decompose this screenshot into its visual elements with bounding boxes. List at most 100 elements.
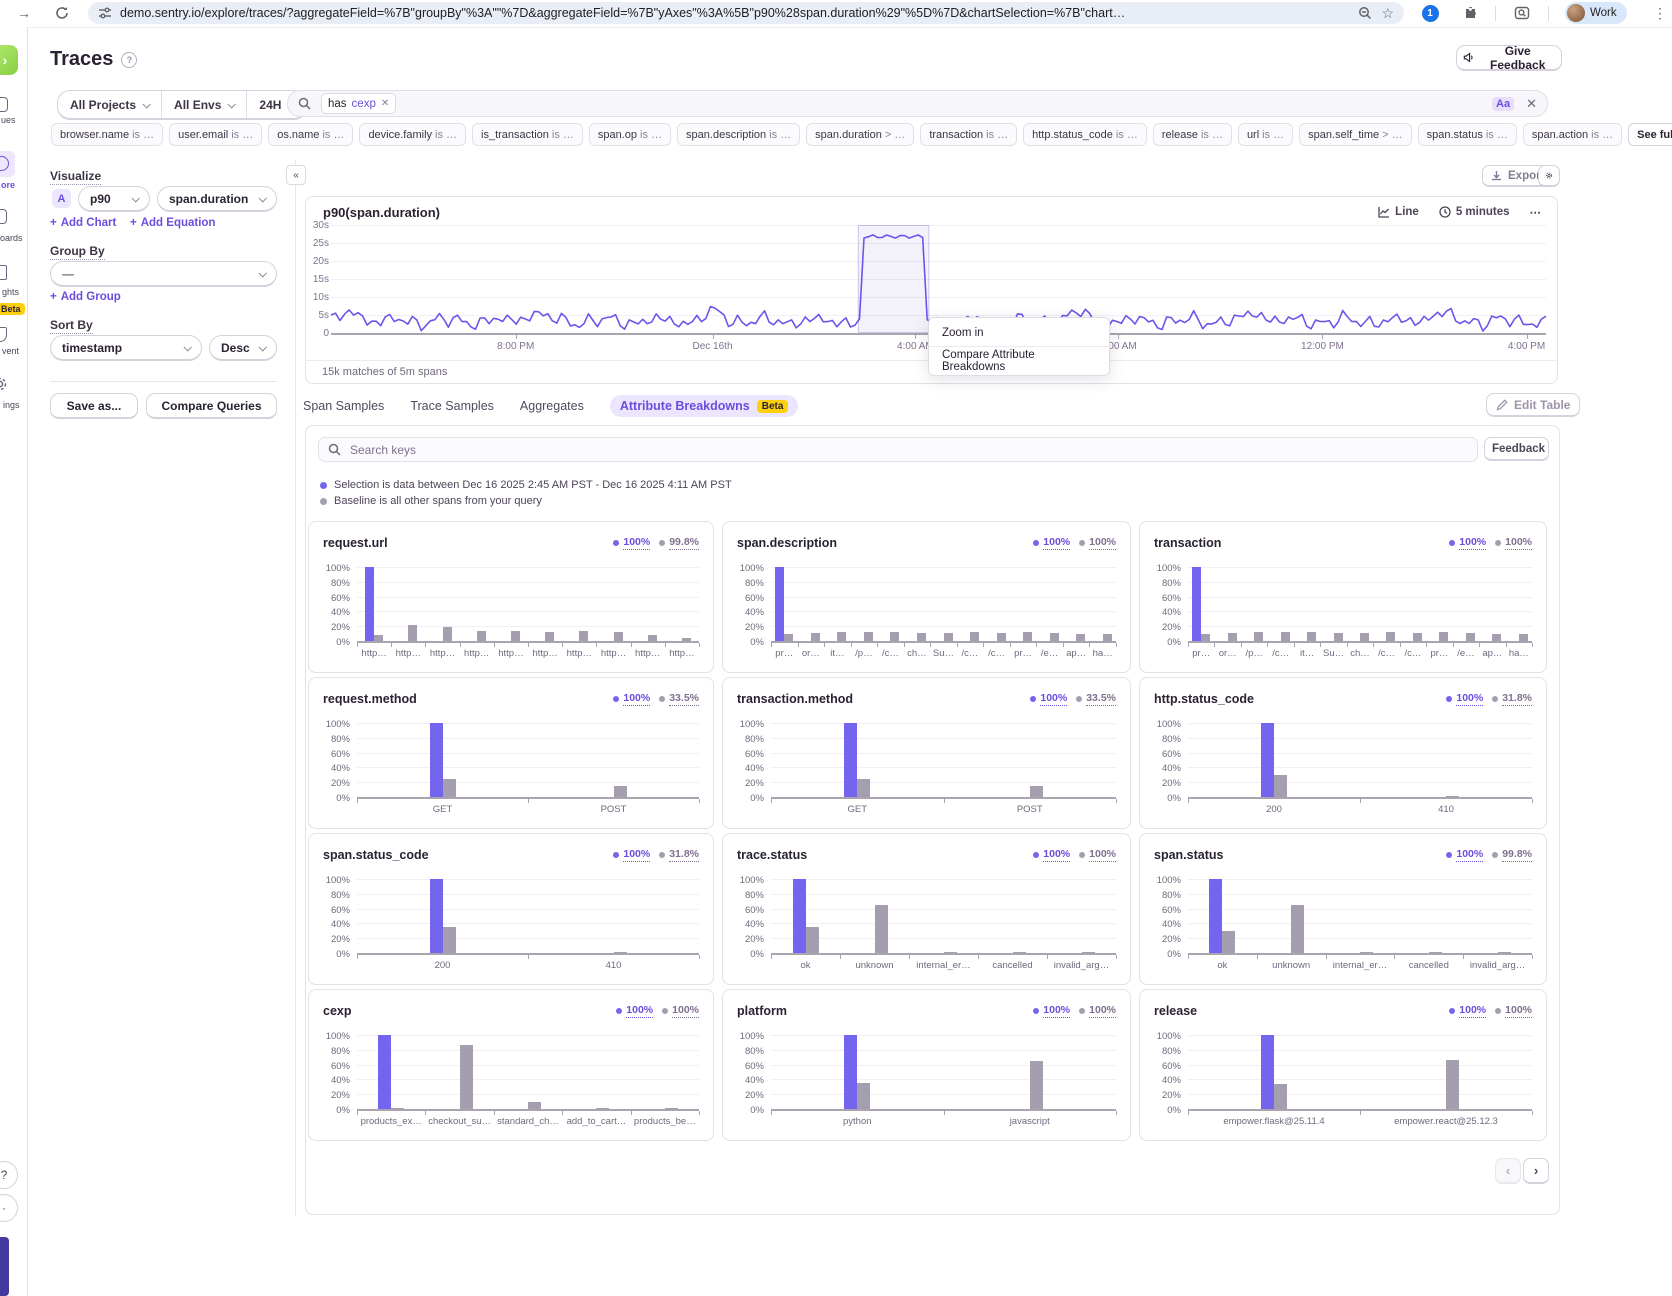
filter-chip-span.description[interactable]: span.descriptionis … (677, 123, 800, 146)
baseline-bar-invalid_arg…[interactable] (1498, 952, 1511, 954)
issues-icon[interactable] (0, 97, 8, 112)
baseline-bar-http…[interactable] (648, 635, 657, 641)
baseline-bar-http…[interactable] (443, 627, 452, 641)
baseline-bar-cancelled[interactable] (1429, 952, 1442, 954)
tab-attribute-breakdowns[interactable]: Attribute BreakdownsBeta (610, 395, 799, 417)
site-settings-icon[interactable] (98, 6, 112, 20)
compare-queries-button[interactable]: Compare Queries (146, 393, 277, 419)
selection-bar-ok[interactable] (793, 879, 806, 953)
feedback-button[interactable]: Feedback (1484, 437, 1549, 461)
sidebar-item-dashboards[interactable]: oards (0, 233, 23, 243)
baseline-percentage-link[interactable]: 99.8% (659, 536, 699, 550)
prevent-icon[interactable] (0, 327, 7, 342)
browser-profile-button[interactable]: Work (1565, 2, 1627, 24)
baseline-bar-GET[interactable] (443, 779, 456, 798)
zoom-out-icon[interactable] (1358, 6, 1372, 20)
baseline-percentage-link[interactable]: 100% (1495, 1004, 1532, 1018)
next-page-button[interactable]: › (1523, 1158, 1549, 1184)
baseline-bar-ap…[interactable] (1076, 634, 1085, 641)
chart-more-menu[interactable]: ⋯ (1530, 205, 1542, 219)
baseline-bar-/c…[interactable] (1386, 632, 1395, 641)
quick-start-icon[interactable]: › (0, 45, 18, 75)
add-equation-link[interactable]: +Add Equation (130, 217, 215, 229)
selection-percentage-link[interactable]: 100% (1033, 848, 1070, 862)
filter-chip-transaction[interactable]: transactionis … (920, 123, 1017, 146)
baseline-bar-checkout_su…[interactable] (460, 1045, 473, 1109)
breakdown-plot[interactable] (357, 1035, 699, 1111)
baseline-bar-http…[interactable] (614, 632, 623, 641)
baseline-bar-it…[interactable] (837, 632, 846, 641)
save-as-button[interactable]: Save as... (50, 393, 138, 419)
baseline-bar-python[interactable] (857, 1083, 870, 1109)
selection-percentage-link[interactable]: 100% (613, 536, 650, 550)
environment-filter[interactable]: All Envs (162, 91, 247, 118)
aggregate-select[interactable]: p90 (78, 186, 150, 212)
filter-chip-release[interactable]: releaseis … (1153, 123, 1232, 146)
baseline-bar-http…[interactable] (545, 632, 554, 641)
tab-trace-samples[interactable]: Trace Samples (410, 399, 494, 413)
add-chart-link[interactable]: +Add Chart (50, 217, 116, 229)
filter-chip-browser.name[interactable]: browser.nameis … (51, 123, 163, 146)
filter-chip-url[interactable]: urlis … (1238, 123, 1293, 146)
baseline-bar-http…[interactable] (408, 625, 417, 641)
baseline-bar-/c…[interactable] (1413, 633, 1422, 641)
interval-control[interactable]: 5 minutes (1439, 206, 1510, 218)
baseline-bar-http…[interactable] (579, 631, 588, 641)
baseline-bar-pr…[interactable] (784, 634, 793, 641)
selection-percentage-link[interactable]: 100% (1030, 692, 1067, 706)
clear-search-icon[interactable]: ✕ (1526, 96, 1537, 112)
selection-bar-products_ex…[interactable] (378, 1035, 391, 1109)
selection-bar-pr…[interactable] (775, 567, 784, 641)
selection-percentage-link[interactable]: 100% (1033, 536, 1070, 550)
baseline-bar-/e…[interactable] (1050, 633, 1059, 641)
selection-percentage-link[interactable]: 100% (1446, 692, 1483, 706)
breakdown-plot[interactable] (357, 723, 699, 799)
filter-chip-span.self_time[interactable]: span.self_time> … (1299, 123, 1411, 146)
bookmark-star-icon[interactable]: ☆ (1381, 5, 1394, 22)
chart-type-control[interactable]: Line (1378, 206, 1419, 218)
case-sensitivity-toggle[interactable]: Aa (1492, 97, 1514, 111)
menu-item-zoom-in[interactable]: Zoom in (929, 320, 1109, 345)
baseline-bar-it…[interactable] (1307, 632, 1316, 641)
filter-chip-span.op[interactable]: span.opis … (589, 123, 671, 146)
help-icon[interactable]: ? (121, 52, 137, 68)
baseline-bar-or…[interactable] (811, 633, 820, 641)
url-bar[interactable]: demo.sentry.io/explore/traces/?aggregate… (88, 2, 1404, 24)
search-keys-input[interactable] (348, 442, 1468, 458)
baseline-bar-pr…[interactable] (1201, 634, 1210, 641)
selection-percentage-link[interactable]: 100% (1446, 848, 1483, 862)
baseline-bar-unknown[interactable] (875, 905, 888, 953)
selection-percentage-link[interactable]: 100% (1033, 1004, 1070, 1018)
baseline-bar-javascript[interactable] (1030, 1061, 1043, 1109)
baseline-bar-200[interactable] (443, 927, 456, 953)
baseline-bar-200[interactable] (1274, 775, 1287, 797)
baseline-bar-410[interactable] (1446, 796, 1459, 798)
lens-search-icon[interactable] (1512, 3, 1532, 23)
baseline-bar-/p…[interactable] (1254, 632, 1263, 641)
baseline-bar-ok[interactable] (806, 927, 819, 953)
sidebar-item-prevent[interactable]: vent (2, 346, 19, 356)
baseline-bar-pr…[interactable] (1023, 632, 1032, 641)
give-feedback-button[interactable]: Give Feedback (1456, 45, 1562, 71)
breakdown-plot[interactable] (1188, 567, 1532, 643)
extensions-icon[interactable] (1460, 3, 1480, 23)
baseline-bar-standard_ch…[interactable] (528, 1102, 541, 1109)
breakdown-plot[interactable] (1188, 723, 1532, 799)
edit-table-button[interactable]: Edit Table (1486, 393, 1580, 417)
baseline-bar-ch…[interactable] (1360, 633, 1369, 641)
baseline-bar-or…[interactable] (1228, 633, 1237, 641)
baseline-bar-/c…[interactable] (997, 633, 1006, 641)
filter-chip-os.name[interactable]: os.nameis … (268, 123, 353, 146)
baseline-percentage-link[interactable]: 31.8% (659, 848, 699, 862)
baseline-percentage-link[interactable]: 99.8% (1492, 848, 1532, 862)
filter-chip-span.status[interactable]: span.statusis … (1418, 123, 1517, 146)
selection-bar-python[interactable] (844, 1035, 857, 1109)
baseline-bar-empower.react@25.12.3[interactable] (1446, 1060, 1459, 1109)
breakdown-plot[interactable] (771, 879, 1116, 955)
baseline-percentage-link[interactable]: 100% (662, 1004, 699, 1018)
filter-chip-span.duration[interactable]: span.duration> … (806, 123, 914, 146)
help-button[interactable]: ? (0, 1161, 18, 1189)
selection-bar-GET[interactable] (430, 723, 443, 797)
baseline-percentage-link[interactable]: 100% (1079, 848, 1116, 862)
selection-bar-200[interactable] (430, 879, 443, 953)
